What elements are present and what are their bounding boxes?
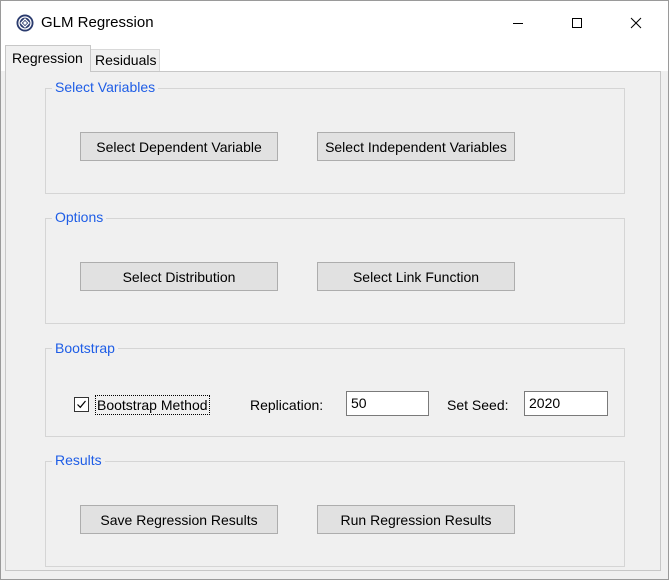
checkmark-icon bbox=[77, 400, 86, 409]
replication-label: Replication: bbox=[250, 397, 324, 413]
maximize-button[interactable] bbox=[548, 1, 606, 45]
results-title: Results bbox=[52, 452, 105, 468]
options-title: Options bbox=[52, 209, 107, 225]
app-icon bbox=[16, 14, 34, 32]
select-link-function-button[interactable]: Select Link Function bbox=[317, 262, 515, 291]
bootstrap-method-checkbox[interactable] bbox=[74, 397, 89, 412]
minimize-icon bbox=[513, 23, 523, 24]
close-icon bbox=[630, 17, 642, 29]
close-button[interactable] bbox=[607, 1, 665, 45]
replication-input[interactable]: 50 bbox=[346, 391, 429, 416]
bootstrap-title: Bootstrap bbox=[52, 340, 118, 356]
select-distribution-button[interactable]: Select Distribution bbox=[80, 262, 278, 291]
tab-residuals[interactable]: Residuals bbox=[90, 49, 160, 72]
title-bar[interactable]: GLM Regression bbox=[1, 1, 668, 45]
select-variables-title: Select Variables bbox=[52, 79, 159, 95]
tab-strip: Regression Residuals bbox=[1, 45, 668, 72]
window-title: GLM Regression bbox=[41, 14, 154, 31]
minimize-button[interactable] bbox=[489, 1, 547, 45]
set-seed-label: Set Seed: bbox=[447, 397, 509, 413]
maximize-icon bbox=[572, 18, 582, 28]
tab-regression[interactable]: Regression bbox=[5, 45, 91, 72]
select-dependent-variable-button[interactable]: Select Dependent Variable bbox=[80, 132, 278, 161]
glm-regression-window: GLM Regression Regression Residuals Sele… bbox=[0, 0, 669, 580]
bootstrap-method-label[interactable]: Bootstrap Method bbox=[95, 395, 210, 415]
set-seed-input[interactable]: 2020 bbox=[524, 391, 608, 416]
save-regression-results-button[interactable]: Save Regression Results bbox=[80, 505, 278, 534]
select-independent-variables-button[interactable]: Select Independent Variables bbox=[317, 132, 515, 161]
run-regression-results-button[interactable]: Run Regression Results bbox=[317, 505, 515, 534]
